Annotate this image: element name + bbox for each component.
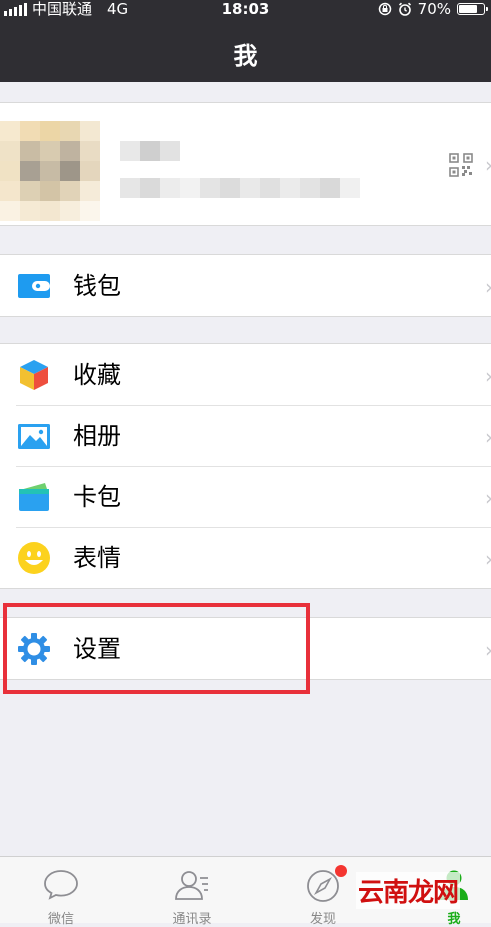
header: 中国联通 4G 18:03 70% 我 (0, 0, 491, 82)
tab-label: 微信 (47, 912, 74, 927)
menu-item-wallet[interactable]: 钱包 › (0, 255, 491, 316)
favorites-cube-icon (20, 360, 48, 390)
watermark: 云南龙网 (356, 872, 461, 909)
menu-section: 收藏 › 相册 › 卡包 › 表情 › (0, 343, 491, 589)
chevron-right-icon: › (485, 277, 491, 297)
contacts-icon (175, 871, 208, 900)
status-right: 70% (378, 0, 488, 18)
chevron-right-icon: › (485, 488, 491, 508)
album-icon (18, 424, 50, 449)
tab-label: 通讯录 (172, 912, 212, 927)
avatar[interactable] (0, 103, 120, 225)
menu-item-stickers[interactable]: 表情 › (0, 527, 491, 588)
wallet-icon (18, 274, 50, 298)
chevron-right-icon: › (485, 640, 491, 660)
wallet-section: 钱包 › (0, 254, 491, 317)
page-title: 我 (233, 42, 258, 70)
card-wallet-icon (19, 483, 49, 511)
menu-item-settings[interactable]: 设置 › (0, 618, 491, 679)
chevron-right-icon: › (485, 366, 491, 386)
chevron-right-icon: › (485, 549, 491, 569)
chevron-right-icon: › (485, 155, 491, 175)
menu-item-favorites[interactable]: 收藏 › (0, 344, 491, 405)
menu-item-label: 钱包 (73, 272, 121, 300)
chevron-right-icon: › (485, 427, 491, 447)
orientation-lock-icon (378, 2, 391, 16)
tab-chats[interactable]: 微信 (11, 857, 111, 927)
chat-bubble-icon (44, 870, 78, 900)
menu-item-card-wallet[interactable]: 卡包 › (0, 466, 491, 527)
qr-code-icon[interactable] (449, 153, 473, 177)
battery-icon (457, 3, 488, 15)
menu-item-label: 卡包 (73, 483, 121, 511)
alarm-clock-icon (398, 2, 411, 16)
tab-label: 发现 (309, 912, 336, 927)
gear-icon (18, 633, 50, 665)
battery-percent: 70% (417, 0, 451, 18)
menu-item-label: 设置 (73, 635, 121, 663)
menu-item-label: 相册 (73, 422, 121, 450)
tab-label: 我 (447, 912, 461, 927)
wechat-id (120, 178, 360, 198)
notification-dot (335, 865, 347, 877)
status-bar: 中国联通 4G 18:03 70% (0, 0, 491, 18)
menu-item-album[interactable]: 相册 › (0, 405, 491, 466)
menu-item-label: 收藏 (73, 361, 121, 389)
sticker-smile-icon (18, 542, 50, 574)
settings-section: 设置 › (0, 617, 491, 680)
tab-contacts[interactable]: 通讯录 (142, 857, 242, 927)
menu-item-label: 表情 (73, 544, 121, 572)
profile-card[interactable]: › (0, 102, 491, 226)
nickname (120, 141, 180, 161)
